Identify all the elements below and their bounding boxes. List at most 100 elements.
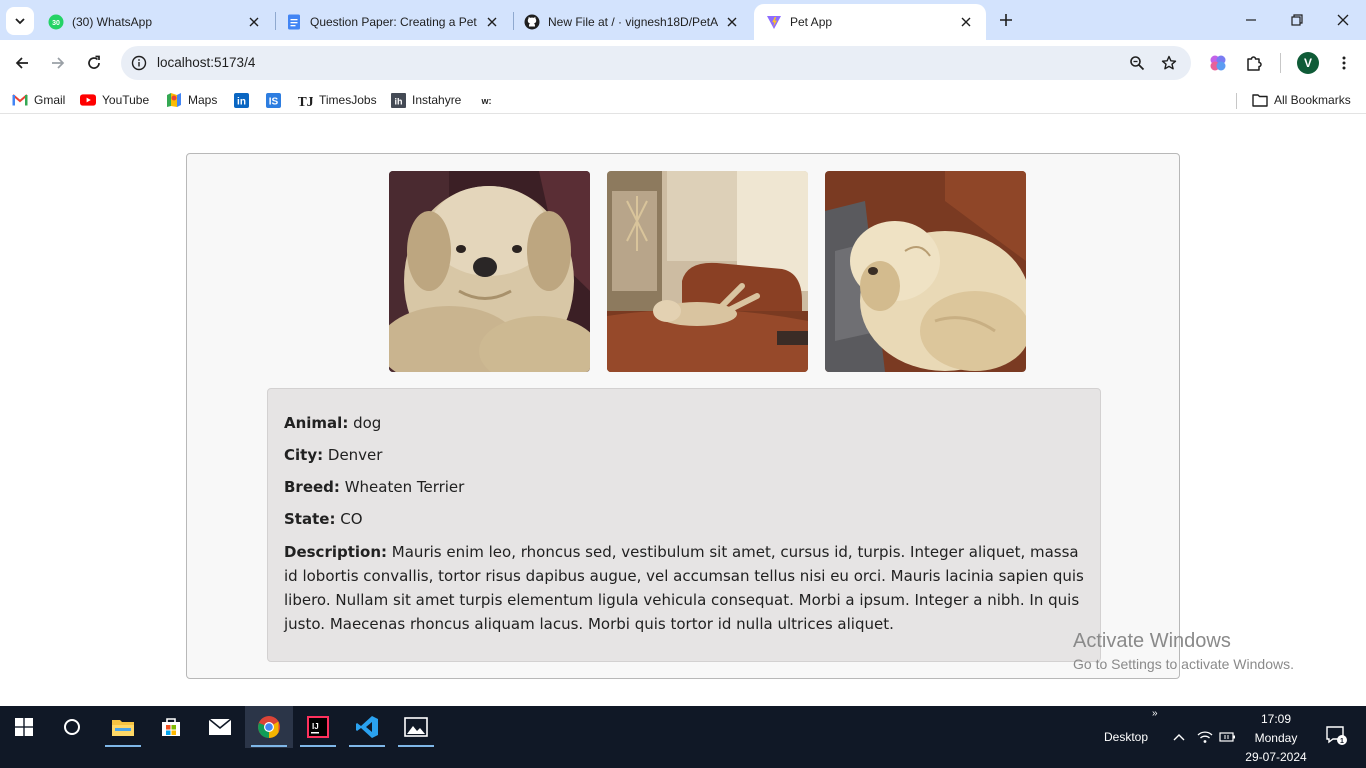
state-row: State: CO [284, 508, 1084, 530]
brain-extension-icon [1210, 55, 1226, 71]
tray-overflow-icon[interactable]: » [1152, 708, 1158, 719]
back-button[interactable] [8, 49, 36, 77]
clock-time: 17:09 [1260, 712, 1292, 726]
close-icon[interactable] [246, 14, 262, 30]
bookmark-label: Instahyre [412, 93, 462, 107]
tab-github[interactable]: New File at / · vignesh18D/PetApp [512, 4, 752, 40]
linkedin-icon: in [233, 92, 249, 108]
minimize-icon [1246, 19, 1256, 21]
bookmark-label: TimesJobs [319, 93, 377, 107]
vscode-icon [356, 716, 378, 738]
minimize-button[interactable] [1228, 0, 1274, 40]
url-text[interactable]: localhost:5173/4 [157, 55, 255, 70]
network-button[interactable] [1193, 726, 1217, 748]
bookmark-youtube[interactable]: YouTube [80, 91, 149, 109]
chevron-down-icon [15, 18, 25, 25]
action-center-button[interactable]: 1 [1318, 722, 1354, 748]
svg-text:1: 1 [1340, 738, 1344, 745]
all-bookmarks-label: All Bookmarks [1274, 93, 1351, 107]
zoom-icon[interactable] [1127, 53, 1147, 73]
address-bar[interactable]: localhost:5173/4 [121, 46, 1191, 80]
taskbar-clock[interactable]: 17:09 Monday 29-07-2024 [1238, 710, 1314, 767]
taskbar-photos[interactable] [392, 706, 440, 748]
bookmark-timesjobs[interactable]: TJ TimesJobs [297, 91, 377, 109]
site-info-icon[interactable] [128, 52, 150, 74]
github-icon [524, 14, 540, 30]
restore-button[interactable] [1274, 0, 1320, 40]
mail-icon [208, 718, 232, 735]
bookmark-linkedin[interactable]: in [233, 91, 255, 109]
tab-title: New File at / · vignesh18D/PetApp [548, 15, 718, 29]
breed-row: Breed: Wheaten Terrier [284, 476, 1084, 498]
tab-strip: 30 (30) WhatsApp Question Paper: Creatin… [0, 0, 1366, 40]
bookmark-star-icon[interactable] [1159, 53, 1179, 73]
pet-photo-2[interactable] [607, 171, 808, 372]
start-button[interactable] [0, 706, 48, 748]
taskbar-chrome[interactable] [245, 706, 293, 748]
tab-whatsapp[interactable]: 30 (30) WhatsApp [36, 4, 274, 40]
clock-date: 29-07-2024 [1245, 750, 1307, 764]
vite-icon [766, 14, 782, 30]
taskbar-mail[interactable] [196, 706, 244, 748]
bookmark-instahyre[interactable]: ih Instahyre [390, 91, 461, 109]
browser-toolbar: localhost:5173/4 V [0, 40, 1366, 86]
bookmark-w[interactable]: w: [478, 91, 500, 109]
taskbar-store[interactable] [147, 706, 195, 748]
svg-text:IJ: IJ [312, 722, 319, 731]
close-window-button[interactable] [1320, 0, 1366, 40]
tab-search-button[interactable] [6, 7, 34, 35]
desktop-toolbar-label[interactable]: Desktop [1104, 730, 1148, 744]
profile-avatar[interactable]: V [1297, 52, 1319, 74]
pet-photo-3[interactable] [825, 171, 1026, 372]
close-icon[interactable] [724, 14, 740, 30]
windows-logo-icon [15, 718, 33, 736]
chrome-menu-button[interactable] [1330, 49, 1358, 77]
tab-pet-app[interactable]: Pet App [754, 4, 986, 40]
animal-value: dog [353, 414, 382, 432]
close-icon[interactable] [484, 14, 500, 30]
plus-icon [1000, 14, 1012, 26]
notification-icon: 1 [1326, 726, 1347, 745]
svg-text:30: 30 [52, 20, 60, 27]
battery-button[interactable] [1216, 726, 1240, 748]
whatsapp-icon: 30 [48, 14, 64, 30]
svg-text:ih: ih [394, 96, 402, 106]
forward-button[interactable] [44, 49, 72, 77]
description-value: Mauris enim leo, rhoncus sed, vestibulum… [284, 543, 1084, 633]
reload-icon [88, 55, 100, 69]
svg-text:TJ: TJ [298, 95, 313, 108]
puzzle-icon [1247, 56, 1262, 71]
search-button[interactable] [48, 706, 96, 748]
pet-app-page: Animal: dog City: Denver Breed: Wheaten … [0, 121, 1366, 706]
toolbar-divider [1280, 53, 1281, 73]
taskbar-vscode[interactable] [343, 706, 391, 748]
photos-icon [404, 717, 428, 737]
bookmark-iimjobs[interactable]: IS [265, 91, 287, 109]
bookmarks-bar: Gmail YouTube Maps in IS TJ TimesJobs ih… [0, 86, 1366, 114]
new-tab-button[interactable] [994, 8, 1018, 32]
show-hidden-icons-button[interactable] [1166, 726, 1192, 748]
pet-detail-card: Animal: dog City: Denver Breed: Wheaten … [186, 153, 1180, 679]
bookmark-gmail[interactable]: Gmail [12, 91, 65, 109]
extensions-button[interactable] [1240, 49, 1268, 77]
folder-icon [112, 720, 134, 736]
all-bookmarks-button[interactable]: All Bookmarks [1252, 91, 1351, 109]
bookmark-maps[interactable]: Maps [166, 91, 217, 109]
close-icon [1337, 14, 1349, 26]
close-icon[interactable] [958, 14, 974, 30]
pet-photo-1[interactable] [389, 171, 590, 372]
animal-label: Animal: [284, 414, 349, 432]
chevron-up-icon [1173, 734, 1185, 741]
google-docs-icon [286, 14, 302, 30]
breed-value: Wheaten Terrier [344, 478, 465, 496]
timesjobs-icon: TJ [297, 92, 313, 108]
maps-icon [166, 92, 182, 108]
taskbar-file-explorer[interactable] [99, 706, 147, 748]
intellij-icon: IJ [307, 716, 329, 738]
tab-question-paper[interactable]: Question Paper: Creating a Pet Listing A… [274, 4, 512, 40]
taskbar-intellij[interactable]: IJ [294, 706, 342, 748]
state-value: CO [340, 510, 363, 528]
gemini-extension-button[interactable] [1204, 49, 1232, 77]
reload-button[interactable] [80, 49, 108, 77]
clock-day: Monday [1254, 731, 1298, 745]
